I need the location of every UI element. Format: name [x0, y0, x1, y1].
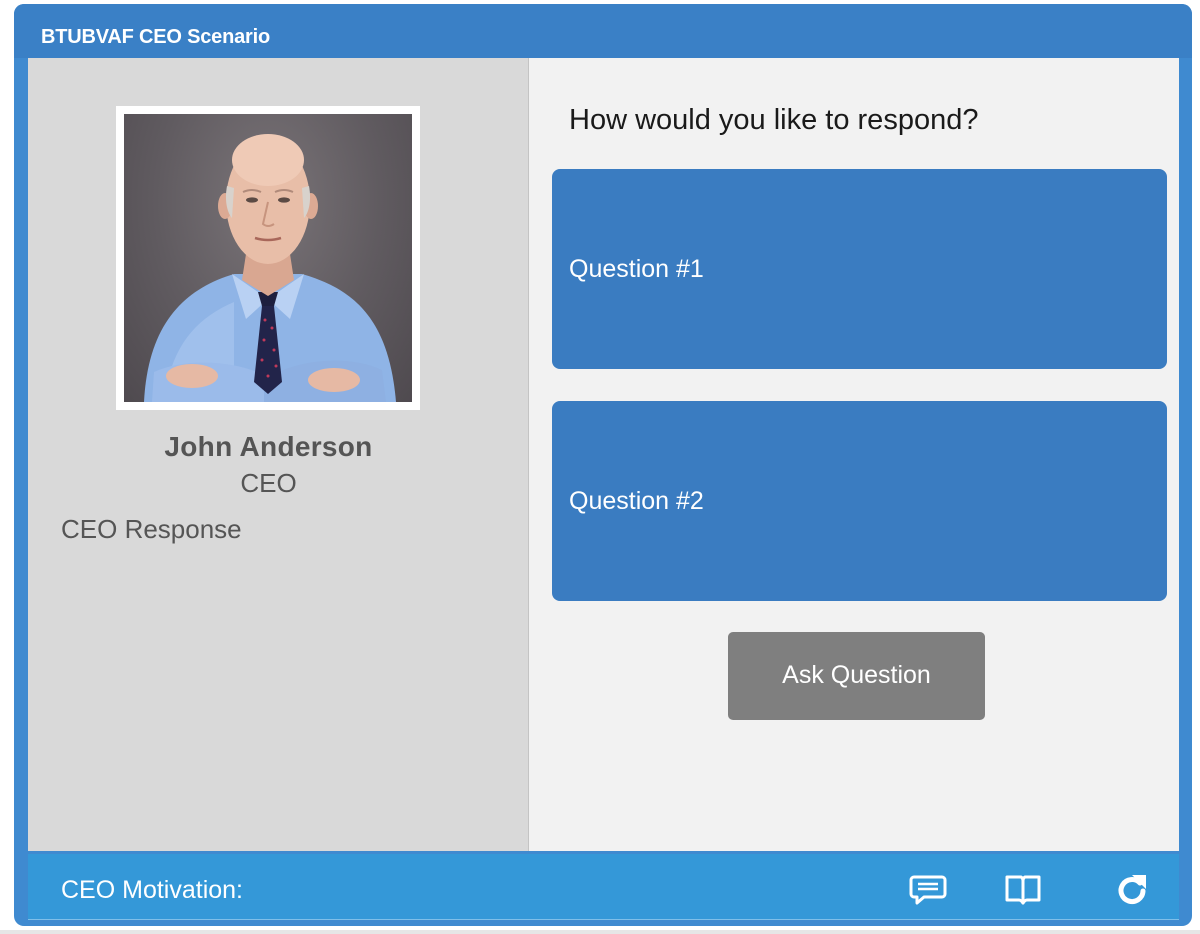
- character-photo: [124, 114, 412, 402]
- reload-icon[interactable]: [1112, 869, 1152, 909]
- response-prompt: How would you like to respond?: [569, 104, 979, 136]
- question-1-label: Question #1: [569, 255, 704, 283]
- scenario-window: BTUBVAF CEO Scenario John Anderson CEO C…: [14, 4, 1192, 926]
- character-name: John Anderson: [164, 431, 373, 462]
- footer-bar: CEO Motivation:: [28, 854, 1179, 920]
- question-1-option[interactable]: Question #1: [552, 169, 1167, 369]
- chat-icon[interactable]: [908, 869, 948, 909]
- ceo-portrait-image: [144, 134, 396, 402]
- title-bar: BTUBVAF CEO Scenario: [14, 4, 1192, 58]
- ceo-response-label: CEO Response: [61, 514, 242, 544]
- page-divider: [0, 930, 1200, 934]
- ask-question-button[interactable]: Ask Question: [728, 632, 985, 720]
- book-icon[interactable]: [1003, 869, 1043, 909]
- response-panel: How would you like to respond? Question …: [529, 58, 1179, 851]
- question-2-option[interactable]: Question #2: [552, 401, 1167, 601]
- character-photo-frame: [116, 106, 420, 410]
- window-title: BTUBVAF CEO Scenario: [41, 26, 270, 48]
- character-panel: John Anderson CEO CEO Response: [28, 58, 529, 851]
- character-role: CEO: [240, 468, 297, 498]
- ceo-motivation-label: CEO Motivation:: [61, 876, 244, 904]
- question-2-label: Question #2: [569, 487, 704, 515]
